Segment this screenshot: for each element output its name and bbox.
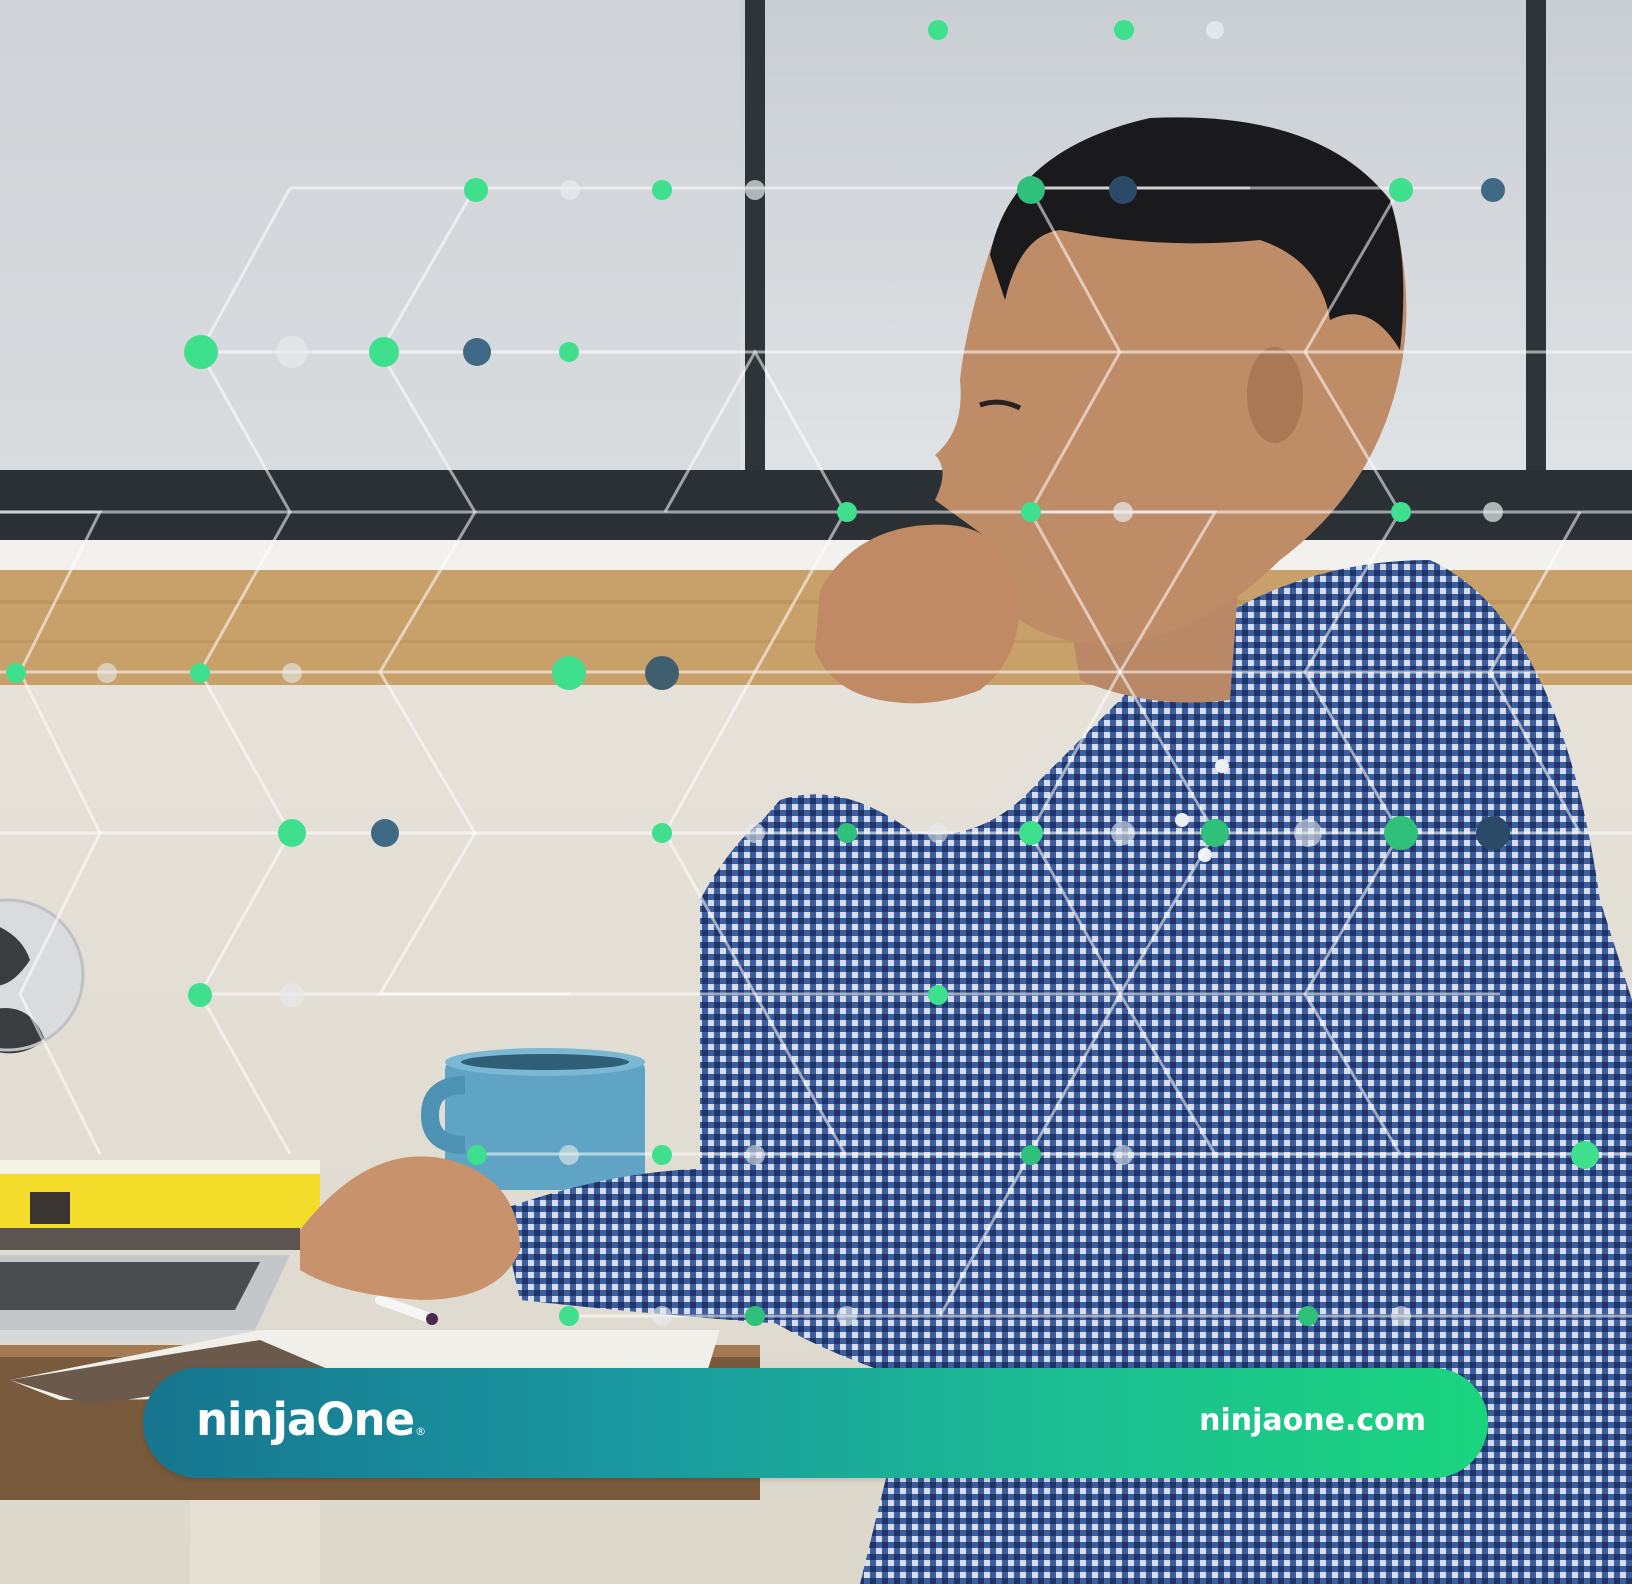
website-link[interactable]: ninjaone.com <box>1199 1398 1426 1444</box>
photo-scene <box>0 0 1632 1584</box>
registered-mark: ® <box>415 1425 427 1438</box>
brand-banner: ninjaOne® ninjaone.com <box>143 1368 1488 1478</box>
promo-graphic: ninjaOne® ninjaone.com <box>0 0 1632 1584</box>
logo-text: ninjaOne <box>196 1393 415 1446</box>
books <box>0 1160 320 1250</box>
ninjaone-logo: ninjaOne® <box>196 1390 426 1462</box>
